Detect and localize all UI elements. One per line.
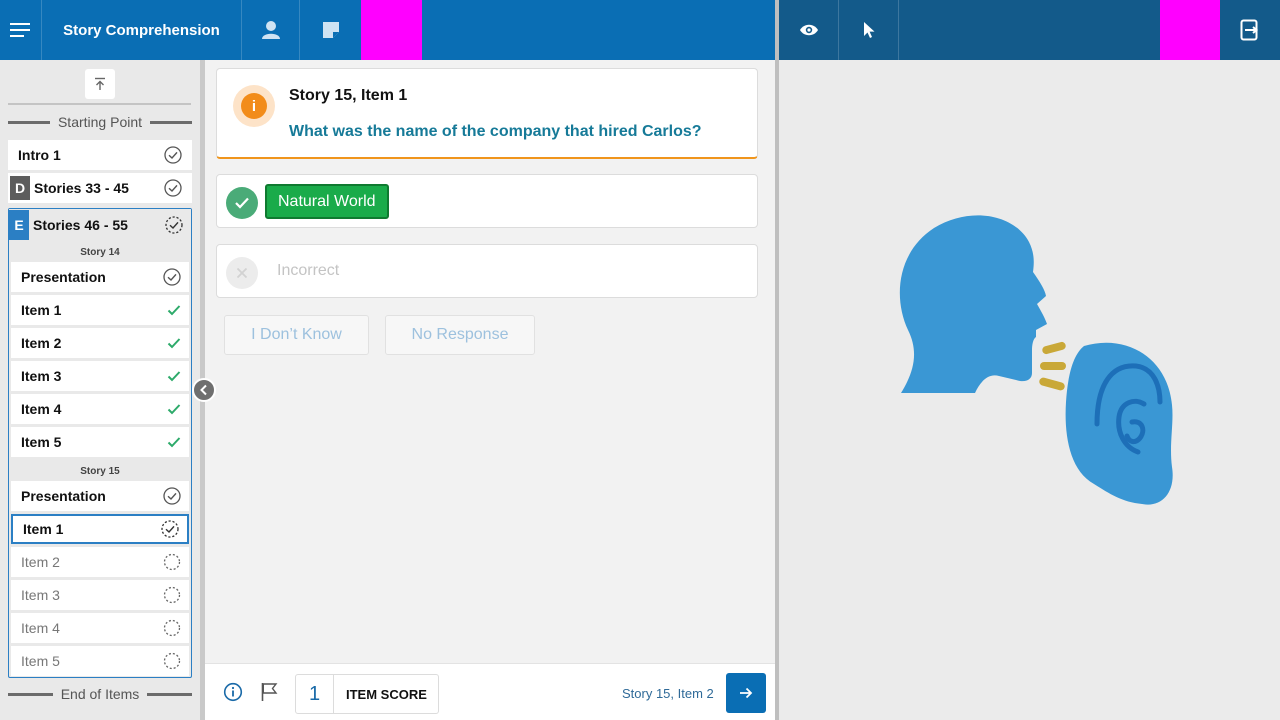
app-title-area: Story Comprehension: [42, 0, 242, 60]
chevron-left-icon: [200, 384, 207, 396]
question-text: What was the name of the company that hi…: [289, 123, 702, 140]
placeholder-block-right: [1160, 0, 1220, 60]
section-title: Story 14: [80, 247, 120, 258]
check-circle-icon: [163, 268, 181, 286]
next-item-label: Story 15, Item 2: [622, 686, 714, 701]
level-badge-d: D: [10, 176, 30, 200]
pending-circle-icon: [163, 652, 181, 670]
stimulus-panel: [779, 60, 1280, 720]
check-circle-icon: [164, 146, 182, 164]
exit-device-icon: [1240, 19, 1259, 41]
end-of-items-heading: End of Items: [8, 686, 192, 702]
info-badge: i: [233, 85, 275, 127]
question-title: Story 15, Item 1: [289, 87, 408, 104]
correct-answer-button[interactable]: Natural World: [265, 184, 389, 219]
check-circle-icon: [164, 179, 182, 197]
sidebar: Starting Point Intro 1 D Stories 33 - 45…: [0, 60, 200, 720]
sidebar-item[interactable]: Item 2: [11, 328, 189, 358]
item-info-button[interactable]: [223, 682, 243, 707]
sidebar-divider: [8, 103, 191, 105]
incorrect-answer-card[interactable]: Incorrect: [216, 244, 758, 298]
group-header[interactable]: E Stories 46 - 55: [9, 209, 191, 241]
check-icon: [167, 371, 181, 382]
visibility-button[interactable]: [779, 0, 839, 60]
in-progress-circle-icon: [165, 216, 183, 234]
sidebar-item[interactable]: Item 4: [11, 394, 189, 424]
close-icon: [226, 257, 258, 289]
starting-point-heading: Starting Point: [8, 114, 192, 130]
sidebar-item[interactable]: Item 4: [11, 613, 189, 643]
level-badge-e: E: [9, 210, 29, 240]
sidebar-item-stories-d[interactable]: D Stories 33 - 45: [8, 173, 192, 203]
sidebar-item-intro[interactable]: Intro 1: [8, 140, 192, 170]
question-card: i Story 15, Item 1 What was the name of …: [216, 68, 758, 159]
in-progress-circle-icon: [161, 520, 179, 538]
correct-answer-card[interactable]: Natural World: [216, 174, 758, 228]
pending-circle-icon: [163, 553, 181, 571]
sidebar-item[interactable]: Item 1: [11, 295, 189, 325]
arrow-up-to-top-icon: [95, 77, 105, 90]
footer-bar: 1 ITEM SCORE Story 15, Item 2: [205, 663, 775, 720]
user-icon: [261, 21, 280, 39]
sidebar-item-presentation[interactable]: Presentation: [11, 481, 189, 511]
listening-illustration: [899, 215, 1173, 505]
check-icon: [167, 305, 181, 316]
incorrect-label: Incorrect: [277, 262, 340, 279]
check-icon: [167, 338, 181, 349]
section-title: Story 15: [80, 466, 120, 477]
next-button[interactable]: [726, 673, 766, 713]
app-title: Story Comprehension: [63, 21, 220, 39]
info-icon: i: [241, 93, 267, 119]
sidebar-item[interactable]: Item 3: [11, 580, 189, 610]
pending-circle-icon: [163, 586, 181, 604]
placeholder-block: [361, 0, 422, 60]
info-outline-icon: [223, 682, 243, 702]
pending-circle-icon: [163, 619, 181, 637]
pointer-icon: [863, 22, 874, 38]
item-score-value: 1: [296, 675, 334, 713]
note-icon: [322, 22, 339, 38]
scroll-top-button[interactable]: [85, 69, 115, 99]
sidebar-item-presentation[interactable]: Presentation: [11, 262, 189, 292]
speaking-head-icon: [899, 215, 1047, 393]
sidebar-item-current[interactable]: Item 1: [11, 514, 189, 544]
sidebar-item[interactable]: Item 5: [11, 427, 189, 457]
correct-check-icon: [226, 187, 258, 219]
check-circle-icon: [163, 487, 181, 505]
check-icon: [167, 437, 181, 448]
sidebar-group-stories-e: E Stories 46 - 55 Story 14 Presentation …: [8, 208, 192, 678]
top-bar: Story Comprehension: [0, 0, 1280, 60]
flag-icon: [261, 683, 278, 701]
exit-device-button[interactable]: [1220, 0, 1280, 60]
dont-know-button[interactable]: I Don’t Know: [224, 315, 369, 355]
sidebar-item[interactable]: Item 2: [11, 547, 189, 577]
menu-icon: [9, 23, 30, 37]
check-icon: [167, 404, 181, 415]
pointer-button[interactable]: [839, 0, 899, 60]
sound-wave-icon: [1042, 341, 1066, 355]
sidebar-item[interactable]: Item 3: [11, 361, 189, 391]
menu-button[interactable]: [0, 0, 42, 60]
item-score-label: ITEM SCORE: [346, 686, 427, 702]
sidebar-item[interactable]: Item 5: [11, 646, 189, 676]
collapse-sidebar-button[interactable]: [192, 378, 216, 402]
notes-button[interactable]: [300, 0, 361, 60]
examinee-button[interactable]: [242, 0, 300, 60]
item-score-box[interactable]: 1 ITEM SCORE: [295, 674, 439, 714]
arrow-right-icon: [740, 687, 753, 699]
eye-icon: [799, 24, 818, 36]
flag-button[interactable]: [260, 682, 278, 707]
top-bar-left: Story Comprehension: [0, 0, 775, 60]
no-response-button[interactable]: No Response: [385, 315, 535, 355]
top-bar-right: [779, 0, 1280, 60]
